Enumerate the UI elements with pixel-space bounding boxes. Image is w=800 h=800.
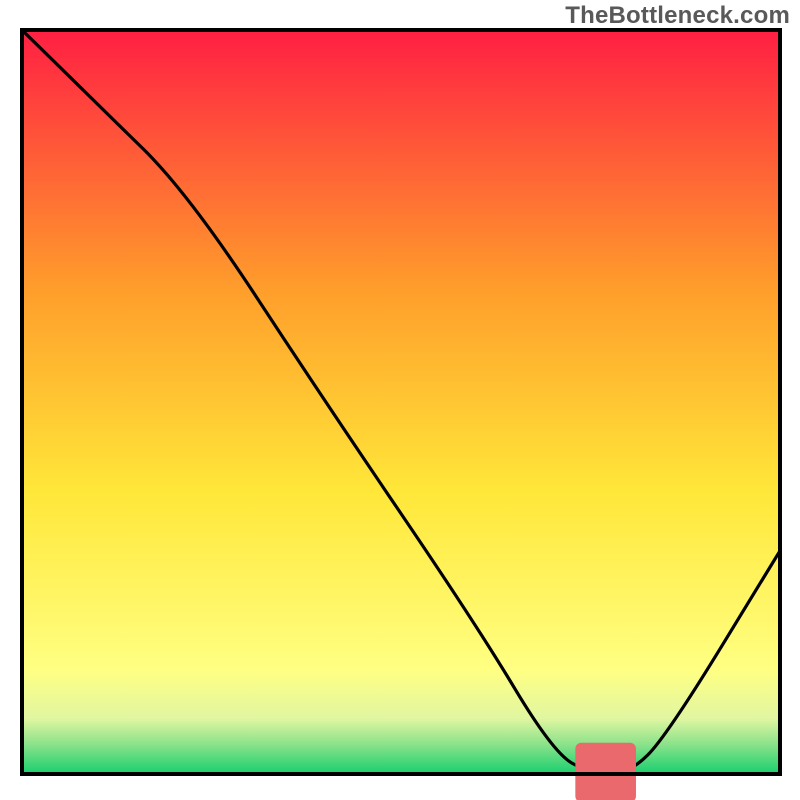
optimal-zone-marker <box>575 743 636 800</box>
bottleneck-chart <box>0 0 800 800</box>
watermark-text: TheBottleneck.com <box>565 2 790 30</box>
chart-container: TheBottleneck.com <box>0 0 800 800</box>
